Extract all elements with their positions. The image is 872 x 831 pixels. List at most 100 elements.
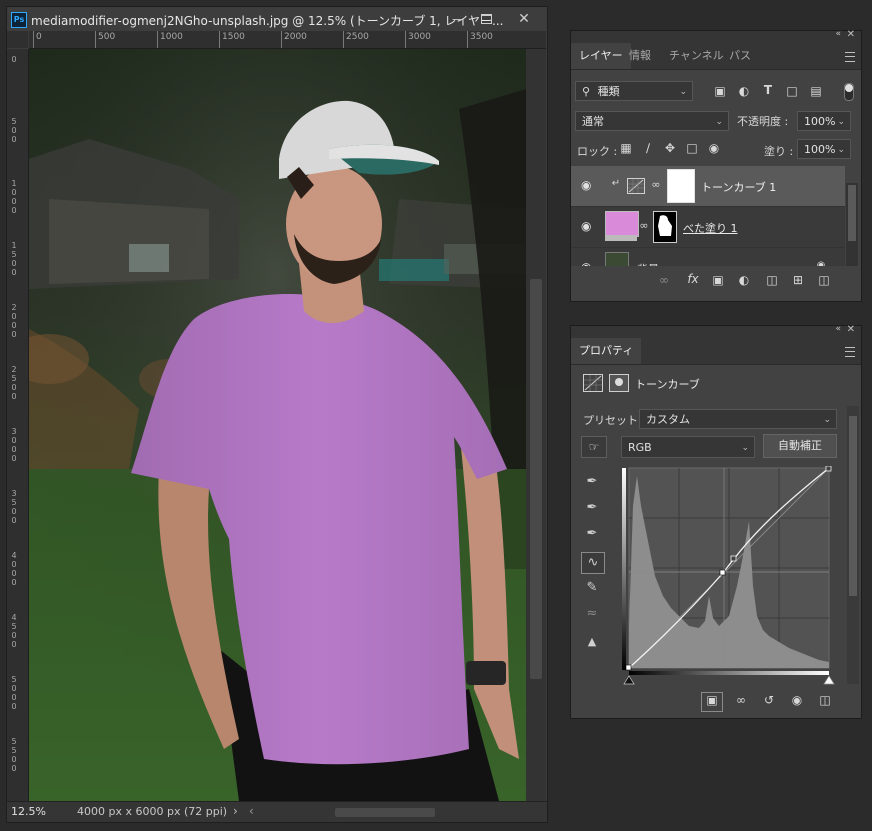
- curves-adjustment-icon: [583, 374, 603, 392]
- visibility-eye-icon[interactable]: ◉: [581, 179, 593, 191]
- target-adjust-icon[interactable]: ☞: [581, 436, 607, 458]
- collapse-icon[interactable]: «: [835, 324, 841, 334]
- clipping-warning-icon[interactable]: ▲: [581, 632, 603, 652]
- layer-filter-label: 種類: [597, 85, 620, 98]
- add-mask-icon[interactable]: ▣: [711, 273, 725, 287]
- tab-paths[interactable]: パス: [721, 43, 759, 69]
- lock-label: ロック :: [577, 145, 618, 158]
- preset-dropdown[interactable]: カスタム ⌄: [639, 409, 837, 429]
- close-icon[interactable]: ✕: [513, 10, 535, 28]
- lock-all-icon[interactable]: ◉: [707, 141, 721, 155]
- clip-arrow-icon: ↵: [611, 178, 621, 189]
- tab-info[interactable]: 情報: [621, 43, 659, 69]
- fill-value: 100%: [804, 143, 836, 156]
- layer-name[interactable]: トーンカーブ 1: [701, 179, 776, 195]
- folder-icon[interactable]: ◫: [765, 273, 779, 287]
- trash-icon[interactable]: ◫: [815, 693, 835, 707]
- lock-position-icon[interactable]: ✥: [663, 141, 677, 155]
- curves-graph[interactable]: [619, 465, 841, 690]
- vertical-scroll-thumb[interactable]: [530, 279, 542, 679]
- fill-field[interactable]: 100% ⌄: [797, 139, 851, 159]
- curves-adjustment-icon: [627, 178, 645, 194]
- layer-row-background[interactable]: ◉ 背景 ◉: [571, 248, 845, 266]
- smooth-icon[interactable]: ≈: [581, 604, 603, 624]
- properties-tab-bar: プロパティ: [571, 338, 861, 365]
- close-panel-icon[interactable]: ✕: [847, 324, 855, 335]
- minimize-icon[interactable]: —: [447, 10, 469, 28]
- lock-artboard-icon[interactable]: □: [685, 141, 699, 155]
- document-size-info[interactable]: 4000 px x 6000 px (72 ppi): [77, 805, 227, 818]
- document-status-bar: 12.5% 4000 px x 6000 px (72 ppi) › ‹: [7, 801, 547, 822]
- link-layers-icon[interactable]: ∞: [657, 273, 671, 287]
- visibility-eye-icon[interactable]: ◉: [787, 693, 807, 707]
- layer-row-tone-curve[interactable]: ◉ ↵ ∞ トーンカーブ 1: [571, 166, 845, 207]
- layer-filter-dropdown[interactable]: ⚲ 種類 ⌄: [575, 81, 693, 101]
- filter-smartobject-icon[interactable]: ▤: [809, 84, 823, 98]
- zoom-field[interactable]: 12.5%: [11, 805, 46, 818]
- lock-transparent-icon[interactable]: ▦: [619, 141, 633, 155]
- filter-toggle[interactable]: [844, 83, 854, 101]
- eyedropper-black-icon[interactable]: ✒: [581, 472, 603, 492]
- layer-name[interactable]: べた塗り 1: [683, 220, 738, 236]
- layer-row-solid-fill[interactable]: ◉ ∞ べた塗り 1: [571, 207, 845, 248]
- properties-scrollbar[interactable]: [847, 406, 859, 684]
- lock-image-icon[interactable]: ∕: [641, 141, 655, 155]
- filter-pixel-icon[interactable]: ▣: [713, 84, 727, 98]
- horizontal-scrollbar[interactable]: ‹: [247, 804, 537, 818]
- adjustment-layer-icon[interactable]: ◐: [737, 273, 751, 287]
- ruler-label: 3500: [470, 32, 493, 42]
- panel-menu-icon[interactable]: [845, 52, 855, 62]
- mask-icon[interactable]: [609, 374, 629, 392]
- eyedropper-gray-icon[interactable]: ✒: [581, 498, 603, 518]
- properties-panel-header[interactable]: « ✕: [571, 324, 861, 338]
- horizontal-ruler[interactable]: 0 500 1000 1500 2000 2500 3000 3500: [29, 31, 546, 49]
- filter-shape-icon[interactable]: □: [785, 84, 799, 98]
- ruler-label: 3000: [408, 32, 431, 42]
- chain-link-icon[interactable]: ∞: [639, 219, 649, 232]
- image-canvas[interactable]: [29, 49, 526, 801]
- new-layer-icon[interactable]: ⊞: [791, 273, 805, 287]
- eyedropper-white-icon[interactable]: ✒: [581, 524, 603, 544]
- layer-mask-thumbnail[interactable]: [653, 211, 677, 243]
- channel-dropdown[interactable]: RGB ⌄: [621, 436, 755, 458]
- close-panel-icon[interactable]: ✕: [847, 29, 855, 40]
- layer-mask-thumbnail[interactable]: [667, 169, 695, 203]
- maximize-icon[interactable]: [475, 10, 497, 28]
- filter-adjustment-icon[interactable]: ◐: [737, 84, 751, 98]
- view-previous-state-icon[interactable]: ∞: [731, 693, 751, 707]
- layers-scrollbar[interactable]: [846, 183, 858, 266]
- collapse-icon[interactable]: «: [835, 29, 841, 39]
- ruler-origin[interactable]: [7, 31, 28, 48]
- reset-icon[interactable]: ↺: [759, 693, 779, 707]
- ruler-label: 500: [98, 32, 116, 42]
- ruler-label: 2000: [11, 303, 17, 339]
- scroll-left-icon[interactable]: ‹: [249, 804, 254, 818]
- chain-link-icon[interactable]: ∞: [651, 178, 661, 191]
- layer-name[interactable]: 背景: [637, 261, 659, 266]
- layers-panel-header[interactable]: « ✕: [571, 29, 861, 43]
- background-thumbnail[interactable]: [605, 252, 629, 266]
- document-title-bar[interactable]: Ps mediamodifier-ogmenj2NGho-unsplash.jp…: [7, 7, 547, 31]
- vertical-ruler[interactable]: 0 500 1000 1500 2000 2500 3000 3500 4000 4500 5000…: [7, 49, 29, 801]
- visibility-eye-icon[interactable]: ◉: [581, 220, 593, 232]
- tab-properties[interactable]: プロパティ: [571, 338, 642, 364]
- pencil-icon[interactable]: ✎: [581, 578, 603, 598]
- vertical-scrollbar[interactable]: [526, 49, 546, 801]
- blend-mode-dropdown[interactable]: 通常 ⌄: [575, 111, 729, 131]
- clip-to-layer-icon[interactable]: ▣: [701, 692, 723, 712]
- horizontal-scroll-thumb[interactable]: [335, 808, 435, 817]
- fill-color-thumbnail[interactable]: [605, 211, 639, 237]
- trash-icon[interactable]: ◫: [817, 273, 831, 287]
- opacity-field[interactable]: 100% ⌄: [797, 111, 851, 131]
- curve-points-icon[interactable]: ∿: [581, 552, 605, 574]
- status-menu-arrow-icon[interactable]: ›: [233, 804, 238, 818]
- panel-menu-icon[interactable]: [845, 347, 855, 357]
- fx-icon[interactable]: fx: [685, 272, 701, 286]
- filter-type-icon[interactable]: T: [761, 83, 775, 97]
- auto-button[interactable]: 自動補正: [763, 434, 837, 458]
- fill-thumbnail-strip: [605, 235, 637, 241]
- ruler-tick: [95, 31, 96, 48]
- preset-label: プリセット :: [583, 414, 646, 427]
- visibility-eye-icon[interactable]: ◉: [581, 261, 593, 266]
- opacity-value: 100%: [804, 115, 836, 128]
